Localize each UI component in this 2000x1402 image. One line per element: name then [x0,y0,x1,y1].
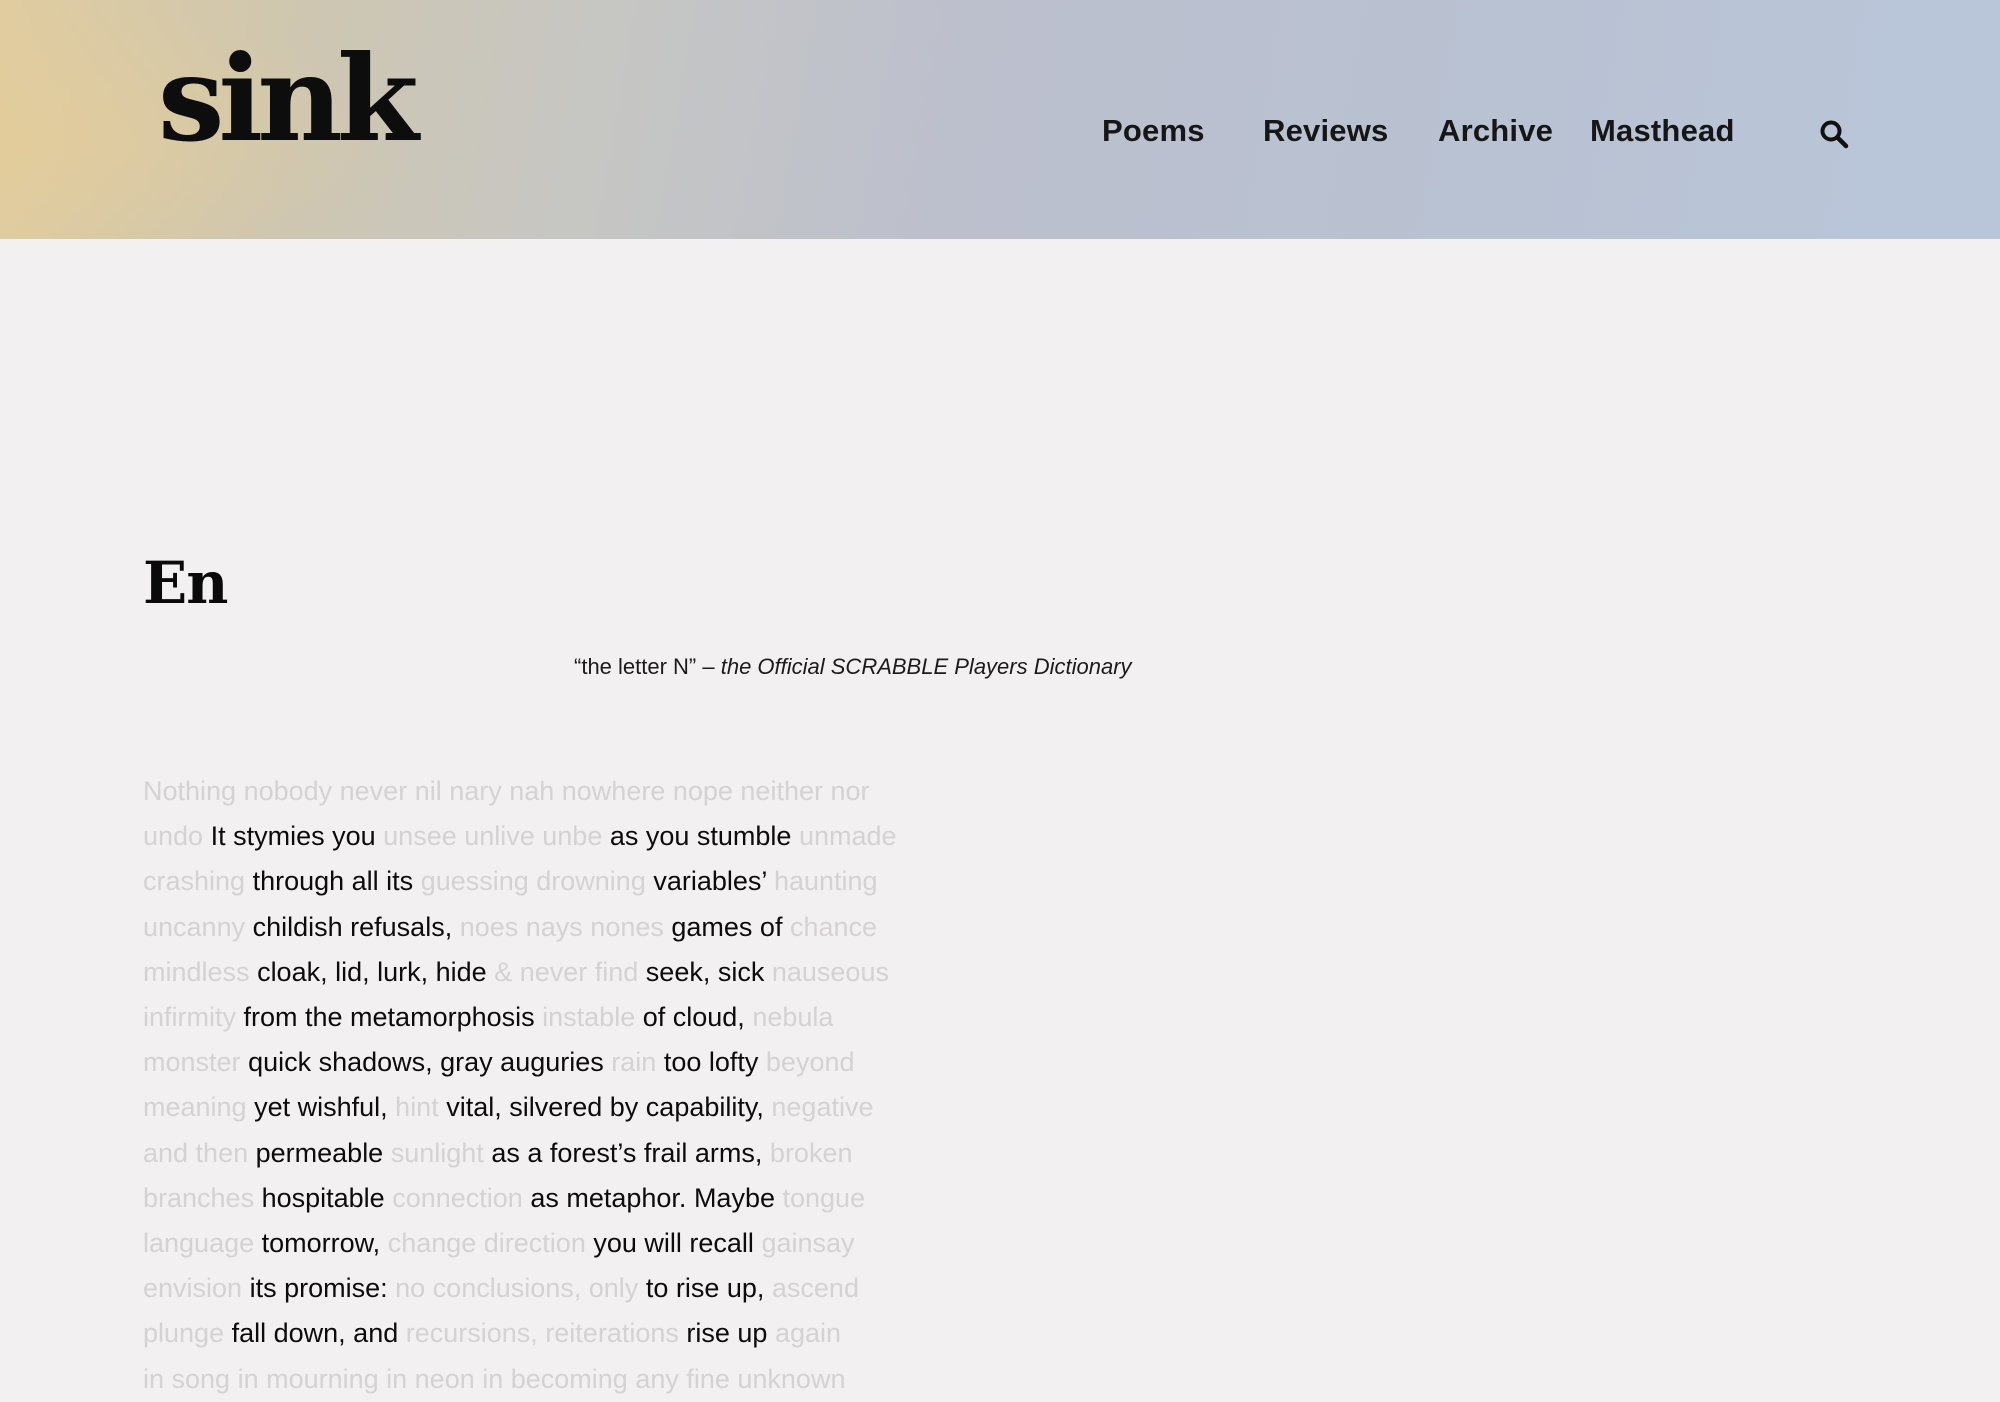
ghost-phrase: envision [143,1273,243,1304]
poem-line: language tomorrow, change direction you … [143,1221,897,1266]
nav-reviews[interactable]: Reviews [1263,113,1388,149]
ghost-phrase: & never find [494,956,639,987]
poem-line: in song in mourning in neon in becoming … [143,1357,897,1402]
ghost-phrase: chance [789,911,878,942]
poem-line: Nothing nobody never nil nary nah nowher… [143,769,897,814]
visible-phrase: fall down, and [231,1318,399,1349]
visible-phrase: variables’ [653,866,767,897]
ghost-phrase: infirmity [143,1002,236,1033]
ghost-phrase: in song in mourning in neon in becoming … [143,1363,846,1394]
ghost-phrase: beyond [765,1047,855,1078]
ghost-phrase: again [774,1318,842,1349]
ghost-phrase: connection [392,1182,523,1213]
visible-phrase: yet wishful, [254,1092,388,1123]
poem-line: mindless cloak, lid, lurk, hide & never … [143,950,897,995]
ghost-phrase: mindless [143,956,250,987]
ghost-phrase: recursions, reiterations [405,1318,679,1349]
ghost-phrase: sunlight [390,1137,484,1168]
ghost-phrase: unsee unlive unbe [383,821,603,852]
visible-phrase: as a forest’s frail arms, [491,1137,763,1168]
ghost-phrase: negative [771,1092,874,1123]
visible-phrase: as metaphor. Maybe [530,1182,775,1213]
ghost-phrase: change direction [387,1228,586,1259]
poem-line: and then permeable sunlight as a forest’… [143,1131,897,1176]
nav-masthead[interactable]: Masthead [1590,113,1735,149]
visible-phrase: as you stumble [609,821,792,852]
ghost-phrase: Nothing nobody never nil nary nah nowher… [143,776,870,806]
nav-poems[interactable]: Poems [1102,113,1205,149]
ghost-phrase: instable [542,1002,636,1033]
ghost-phrase: haunting [773,866,878,897]
ghost-phrase: no conclusions, only [395,1273,639,1304]
visible-phrase: vital, silvered by capability, [446,1092,764,1123]
ghost-phrase: uncanny [143,911,246,942]
search-icon [1820,120,1849,149]
poem-line: plunge fall down, and recursions, reiter… [143,1311,897,1356]
ghost-phrase: guessing drowning [420,866,646,897]
poem-line: undo It stymies you unsee unlive unbe as… [143,814,897,859]
poem-line: branches hospitable connection as metaph… [143,1176,897,1221]
epigraph-quote: “the letter N” – [574,654,721,679]
visible-phrase: permeable [255,1137,384,1168]
visible-phrase: its promise: [249,1273,388,1304]
visible-phrase: rise up [686,1318,768,1349]
visible-phrase: It stymies you [210,821,376,852]
ghost-phrase: ascend [771,1273,859,1304]
ghost-phrase: unmade [798,821,897,852]
visible-phrase: quick shadows, gray auguries [248,1047,604,1078]
poem-line: infirmity from the metamorphosis instabl… [143,995,897,1040]
main-nav: Poems Reviews Archive Masthead [0,113,2000,153]
ghost-phrase: noes nays nones [459,911,664,942]
poem-title: En [143,549,228,617]
epigraph-source: the Official SCRABBLE Players Dictionary [720,654,1132,679]
visible-phrase: through all its [252,866,414,897]
ghost-phrase: nebula [752,1002,834,1033]
ghost-phrase: rain [611,1047,657,1078]
ghost-phrase: and then [143,1137,249,1168]
poem-line: monster quick shadows, gray auguries rai… [143,1040,897,1085]
ghost-phrase: hint [395,1092,439,1123]
ghost-phrase: language [143,1228,255,1259]
poem-line: meaning yet wishful, hint vital, silvere… [143,1085,897,1130]
ghost-phrase: plunge [143,1318,225,1349]
nav-archive[interactable]: Archive [1438,113,1553,149]
visible-phrase: tomorrow, [261,1228,381,1259]
ghost-phrase: nauseous [771,956,889,987]
poem-line: crashing through all its guessing drowni… [143,859,897,904]
ghost-phrase: meaning [143,1092,247,1123]
poem-line: envision its promise: no conclusions, on… [143,1266,897,1311]
visible-phrase: cloak, lid, lurk, hide [257,956,487,987]
epigraph: “the letter N” – the Official SCRABBLE P… [574,654,1132,680]
ghost-phrase: crashing [143,866,246,897]
ghost-phrase: undo [143,821,204,852]
visible-phrase: to rise up, [645,1273,765,1304]
visible-phrase: childish refusals, [252,911,453,942]
visible-phrase: from the metamorphosis [243,1002,535,1033]
visible-phrase: hospitable [261,1182,385,1213]
visible-phrase: games of [671,911,783,942]
poem-line: uncanny childish refusals, noes nays non… [143,905,897,950]
ghost-phrase: broken [769,1137,853,1168]
visible-phrase: too lofty [663,1047,759,1078]
visible-phrase: you will recall [593,1228,754,1259]
visible-phrase: of cloud, [642,1002,745,1033]
site-header: sink Poems Reviews Archive Masthead [0,0,2000,239]
ghost-phrase: tongue [782,1182,866,1213]
visible-phrase: seek, sick [645,956,765,987]
ghost-phrase: gainsay [761,1228,855,1259]
poem-body: Nothing nobody never nil nary nah nowher… [143,769,897,1402]
ghost-phrase: monster [143,1047,241,1078]
ghost-phrase: branches [143,1182,255,1213]
search-button[interactable] [1818,118,1852,152]
